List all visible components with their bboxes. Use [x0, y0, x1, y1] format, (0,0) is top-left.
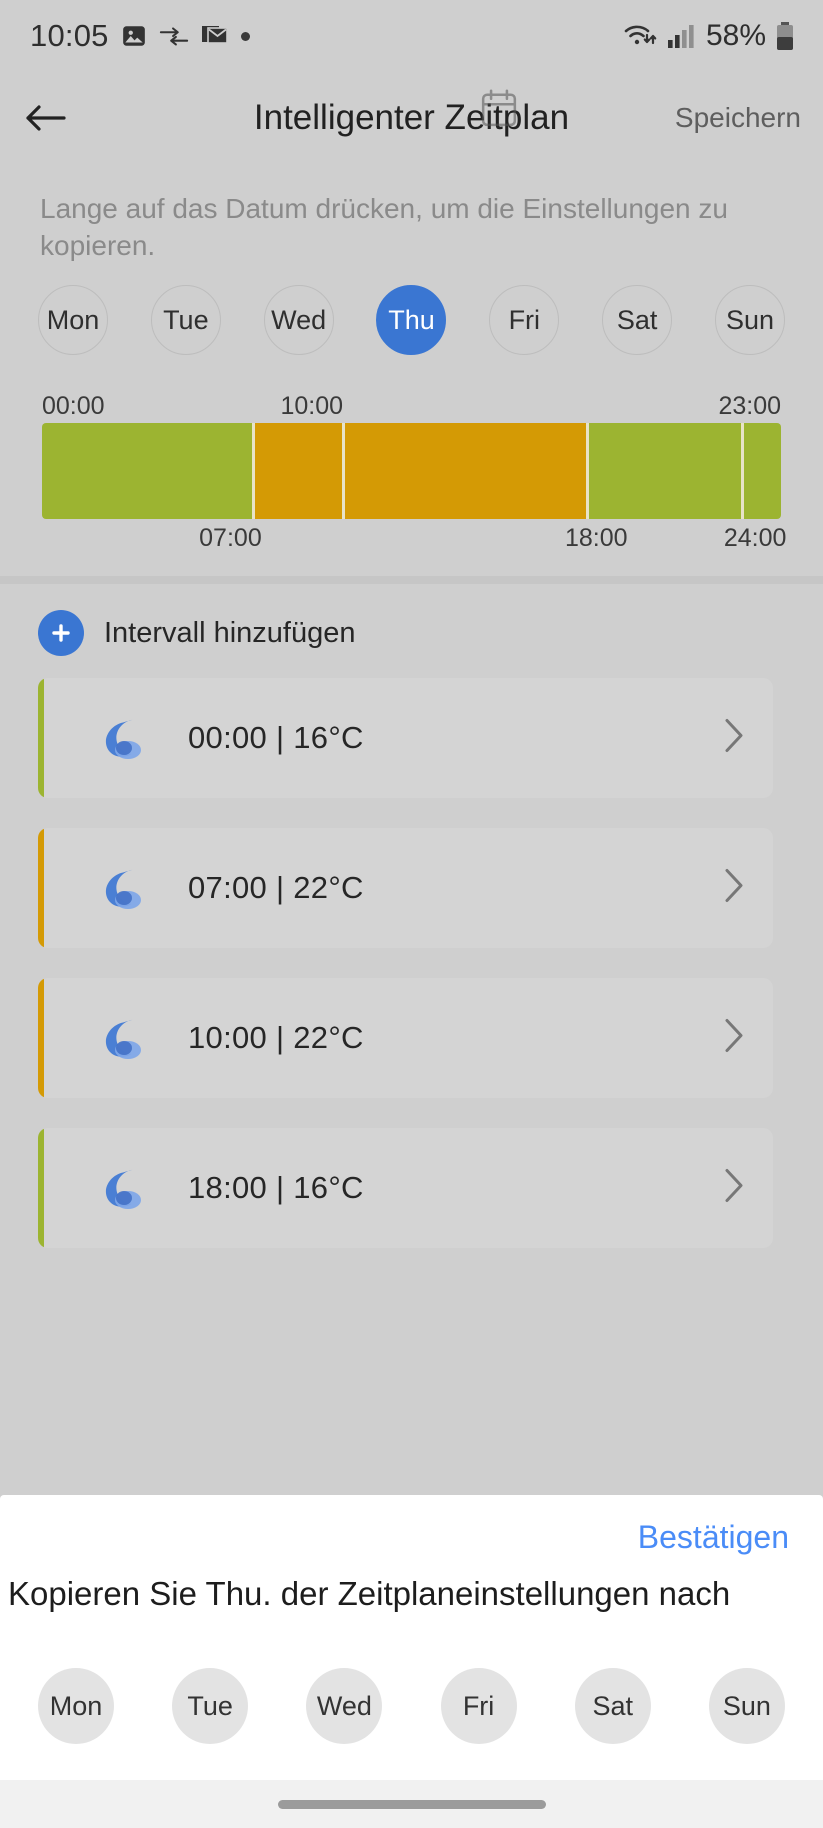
timeline-segment-4[interactable]: [588, 423, 745, 519]
cellular-signal-icon: [667, 23, 695, 49]
night-moon-icon: [98, 1012, 150, 1064]
day-chip-thu[interactable]: Thu: [376, 285, 447, 355]
chevron-right-icon: [723, 1168, 745, 1209]
notification-dot-icon: [240, 31, 250, 41]
interval-row[interactable]: 18:00 | 16°C: [38, 1128, 773, 1248]
interval-label: 07:00 | 22°C: [188, 870, 364, 905]
status-bar-left: 10:05: [30, 18, 250, 54]
timeline-label-1000: 10:00: [280, 392, 344, 420]
battery-percent-label: 58%: [705, 19, 766, 52]
status-clock: 10:05: [30, 18, 109, 53]
day-chip-tue[interactable]: Tue: [150, 285, 221, 355]
day-chip-fri[interactable]: Fri: [489, 285, 560, 355]
interval-row[interactable]: 10:00 | 22°C: [38, 978, 773, 1098]
timeline-segment-3[interactable]: [344, 423, 589, 519]
timeline-label-0700: 07:00: [199, 524, 262, 552]
copy-schedule-bottom-sheet: Bestätigen Kopieren Sie Thu. der Zeitpla…: [0, 1495, 823, 1780]
system-nav-bar: [0, 1780, 823, 1828]
sheet-day-chip-fri[interactable]: Fri: [440, 1668, 517, 1744]
night-moon-icon: [98, 862, 150, 914]
wifi-icon: [622, 21, 658, 51]
timeline-label-0000: 00:00: [42, 392, 105, 420]
back-arrow-icon: [26, 105, 66, 131]
interval-row[interactable]: 00:00 | 16°C: [38, 678, 773, 798]
row-accent-bar: [38, 678, 44, 798]
status-bar: 10:05 58%: [0, 0, 823, 72]
timeline-segment-5[interactable]: [744, 423, 781, 519]
row-accent-bar: [38, 978, 44, 1098]
sheet-day-chip-mon[interactable]: Mon: [38, 1668, 114, 1744]
interval-row[interactable]: 07:00 | 22°C: [38, 828, 773, 948]
interval-list: 00:00 | 16°C 07:00 | 22°C 10:00 | 22°C 1…: [38, 678, 773, 1278]
timeline-label-2400: 24:00: [723, 524, 787, 552]
app-bar: Intelligenter Zeitplan Speichern: [0, 72, 823, 164]
chevron-right-icon: [723, 1018, 745, 1059]
timeline-segment-1[interactable]: [42, 423, 255, 519]
sheet-day-chip-sun[interactable]: Sun: [708, 1668, 785, 1744]
calendar-icon: [481, 89, 517, 127]
back-button[interactable]: [0, 72, 92, 164]
day-chip-wed[interactable]: Wed: [263, 285, 334, 355]
timeline-segment-2[interactable]: [254, 423, 345, 519]
copy-hint-text: Lange auf das Datum drücken, um die Eins…: [40, 193, 728, 261]
data-transfer-icon: [159, 25, 189, 47]
row-accent-bar: [38, 828, 44, 948]
add-interval-button[interactable]: Intervall hinzufügen: [38, 610, 356, 656]
sheet-day-selector: Mon Tue Wed Fri Sat Sun: [0, 1618, 823, 1756]
status-bar-right: 58%: [622, 19, 795, 53]
timeline-label-1800: 18:00: [564, 524, 628, 552]
mail-icon: [201, 23, 229, 49]
sheet-day-chip-sat[interactable]: Sat: [574, 1668, 651, 1744]
phone-screen: 10:05 58% Intelligenter Zeitplan Speiche…: [0, 0, 823, 1828]
timeline-bottom-labels: 07:00 18:00 24:00: [42, 524, 786, 554]
timeline-top-labels: 00:00 10:00 23:00: [42, 392, 781, 422]
sheet-title: Kopieren Sie Thu. der Zeitplaneinstellun…: [8, 1575, 731, 1612]
chevron-right-icon: [723, 868, 745, 909]
confirm-button[interactable]: Bestätigen: [0, 1495, 823, 1562]
sheet-day-chip-tue[interactable]: Tue: [172, 1668, 249, 1744]
interval-label: 18:00 | 16°C: [188, 1170, 364, 1205]
timeline-bar[interactable]: [42, 423, 781, 519]
plus-icon: [38, 610, 84, 656]
interval-label: 10:00 | 22°C: [188, 1020, 364, 1055]
add-interval-label: Intervall hinzufügen: [104, 616, 356, 649]
save-button[interactable]: Speichern: [675, 102, 801, 134]
day-chip-sat[interactable]: Sat: [602, 285, 673, 355]
night-moon-icon: [98, 712, 150, 764]
home-gesture-pill[interactable]: [277, 1799, 546, 1809]
sheet-day-chip-wed[interactable]: Wed: [306, 1668, 383, 1744]
day-chip-mon[interactable]: Mon: [38, 285, 108, 355]
night-moon-icon: [98, 1162, 150, 1214]
day-selector: Mon Tue Wed Thu Fri Sat Sun: [38, 285, 785, 355]
row-accent-bar: [38, 1128, 44, 1248]
timeline-label-2300: 23:00: [718, 392, 781, 420]
battery-icon: [775, 21, 795, 51]
section-divider: [0, 576, 823, 584]
day-chip-sun[interactable]: Sun: [714, 285, 785, 355]
chevron-right-icon: [723, 718, 745, 759]
image-icon: [121, 23, 147, 49]
interval-label: 00:00 | 16°C: [188, 720, 364, 755]
